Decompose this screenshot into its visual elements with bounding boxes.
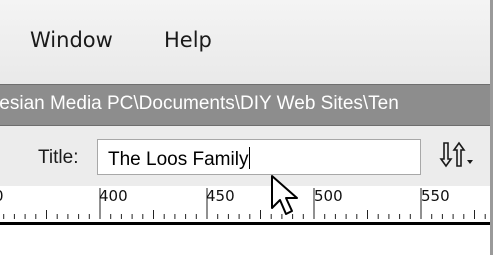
menu-window[interactable]: Window [30,28,113,52]
title-input[interactable]: The Loos Family [97,139,421,175]
ruler-label-500: 500 [314,187,343,205]
text-caret [249,147,251,169]
mouse-pointer-icon [270,174,304,222]
document-toolbar: Title: The Loos Family [0,126,490,186]
title-label: Title: [38,147,79,168]
menu-help[interactable]: Help [164,28,212,52]
app-window: Window Help tesian Media PC\Documents\DI… [0,0,493,255]
document-path: tesian Media PC\Documents\DIY Web Sites\… [0,93,399,114]
ruler-label-550: 550 [421,187,450,205]
sort-menu-button[interactable] [438,139,478,173]
horizontal-ruler: 0 400 450 500 550 [0,186,490,225]
ruler-ticks [3,188,486,219]
title-input-value: The Loos Family [108,147,251,170]
ruler-label-450: 450 [206,187,235,205]
menu-bar: Window Help [0,0,490,85]
sort-arrows-dropdown-icon [439,141,473,168]
ruler-label-400: 400 [99,187,128,205]
document-path-bar: tesian Media PC\Documents\DIY Web Sites\… [0,84,490,126]
ruler-label-0: 0 [0,187,4,205]
